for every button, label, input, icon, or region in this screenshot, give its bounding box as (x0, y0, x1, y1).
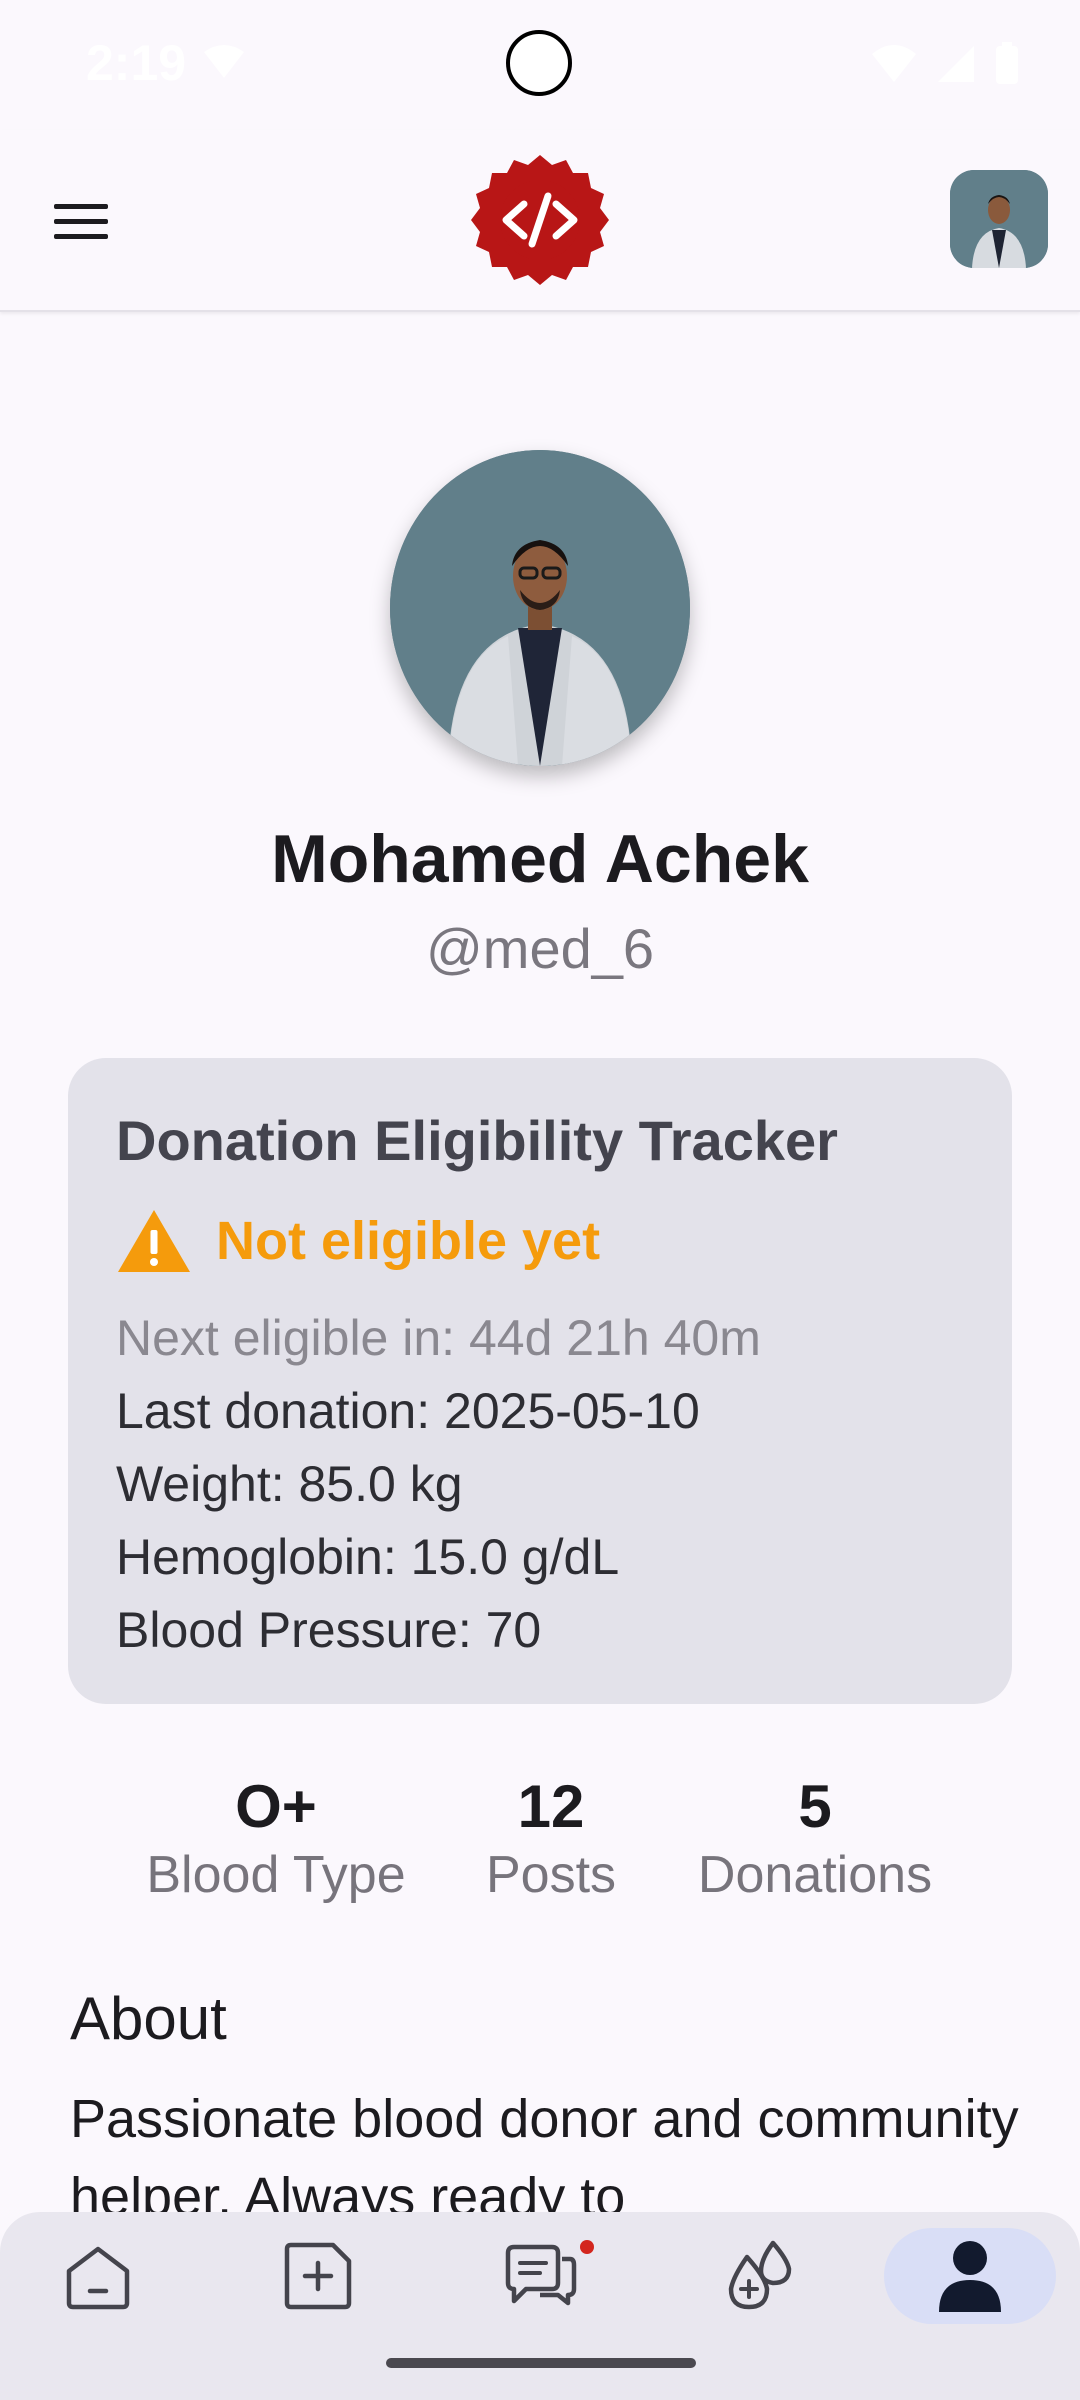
weight-text: Weight: 85.0 kg (116, 1456, 463, 1512)
home-indicator[interactable] (386, 2358, 696, 2368)
menu-icon-line (54, 203, 108, 209)
stat-value: 12 (517, 1773, 585, 1840)
add-post-icon (284, 2242, 352, 2310)
status-bar: 2:19 (0, 0, 1080, 130)
about-heading: About (70, 1985, 227, 2052)
app-logo-icon[interactable] (468, 148, 612, 292)
donate-blood-icon (728, 2240, 792, 2310)
eligibility-tracker-card: Donation Eligibility Tracker Not eligibl… (68, 1058, 1012, 1704)
wifi-icon (872, 45, 916, 82)
stat-label: Donations (697, 1846, 933, 1904)
last-donation-text: Last donation: 2025-05-10 (116, 1383, 700, 1439)
eligibility-status-text: Not eligible yet (216, 1211, 601, 1271)
appbar-avatar[interactable] (950, 170, 1048, 268)
menu-icon-line (54, 218, 108, 224)
profile-icon (939, 2241, 1001, 2312)
nav-chat[interactable] (454, 2228, 626, 2324)
nav-profile[interactable] (884, 2228, 1056, 2324)
unread-badge (580, 2240, 594, 2254)
profile-photo[interactable] (390, 450, 690, 766)
stat-donations[interactable]: 5 Donations (680, 1772, 950, 1906)
profile-handle: @med_6 (425, 917, 655, 980)
stat-value: 5 (798, 1773, 832, 1840)
bottom-navigation (0, 2212, 1080, 2400)
card-title: Donation Eligibility Tracker (116, 1109, 838, 1172)
battery-icon (996, 42, 1018, 84)
eligibility-details: Next eligible in: 44d 21h 40m Last donat… (116, 1302, 761, 1667)
menu-button[interactable] (40, 186, 120, 256)
stat-label: Posts (485, 1846, 617, 1904)
cell-signal-icon (938, 46, 974, 82)
menu-icon-line (54, 233, 108, 239)
stat-value: O+ (235, 1773, 317, 1840)
warning-icon (118, 1210, 190, 1272)
nav-donate[interactable] (674, 2228, 846, 2324)
person-photo-icon (950, 170, 1048, 268)
chat-icon (505, 2244, 577, 2306)
blood-pressure-text: Blood Pressure: 70 (116, 1602, 542, 1658)
stat-blood-type: O+ Blood Type (136, 1772, 416, 1906)
next-eligible-text: Next eligible in: 44d 21h 40m (116, 1310, 761, 1366)
eligibility-status: Not eligible yet (116, 1208, 600, 1274)
stat-label: Blood Type (146, 1846, 406, 1904)
profile-screen: 2:19 Mohamed Achek @med_6 Donation Eligi… (0, 0, 1080, 2400)
nav-home[interactable] (12, 2228, 184, 2324)
nav-add-post[interactable] (232, 2228, 404, 2324)
top-app-bar (0, 130, 1080, 312)
person-photo-icon (390, 450, 690, 766)
signal-icon (204, 45, 244, 78)
camera-cutout (506, 30, 572, 96)
profile-name: Mohamed Achek (271, 821, 809, 897)
home-icon (66, 2246, 130, 2310)
stat-posts[interactable]: 12 Posts (446, 1772, 656, 1906)
hemoglobin-text: Hemoglobin: 15.0 g/dL (116, 1529, 620, 1585)
status-time: 2:19 (86, 35, 187, 91)
status-icons (870, 42, 1020, 86)
